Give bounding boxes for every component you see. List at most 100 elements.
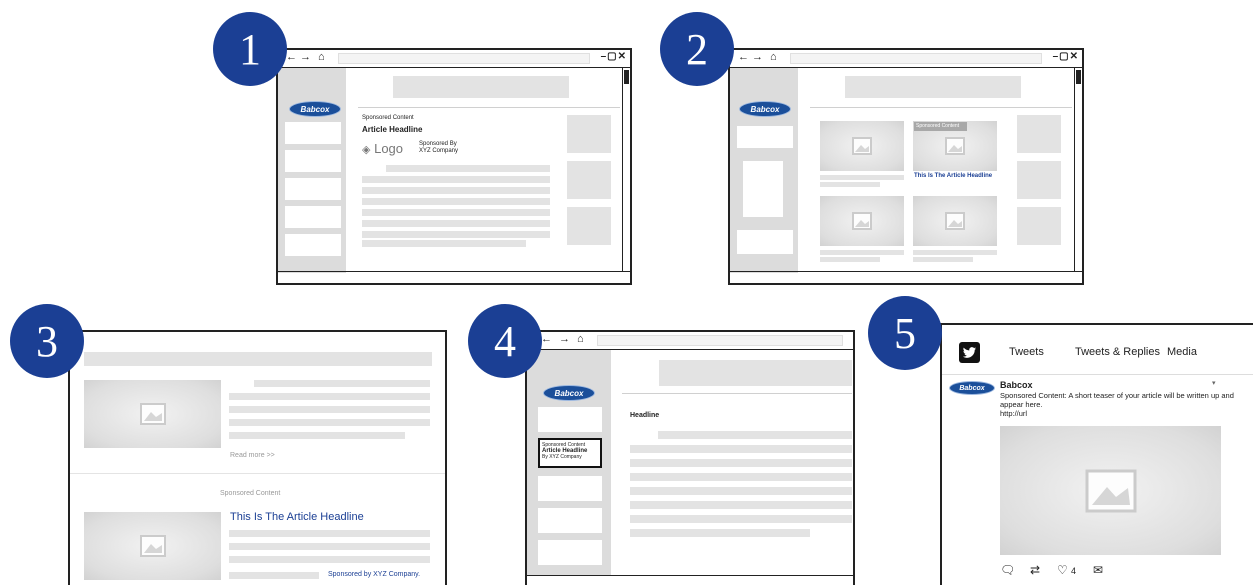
sidebar-box[interactable] bbox=[538, 407, 602, 432]
text-line bbox=[229, 530, 430, 537]
sponsored-sidebar-item[interactable]: Sponsored Content Article Headline By XY… bbox=[538, 438, 602, 468]
retweet-icon[interactable]: ⇄ bbox=[1030, 563, 1040, 577]
url-bar[interactable] bbox=[338, 53, 590, 64]
text-line bbox=[362, 231, 550, 238]
window-controls[interactable]: –▢✕ bbox=[601, 51, 627, 62]
forward-arrow-icon[interactable]: → bbox=[300, 51, 311, 63]
sidebar-ad[interactable] bbox=[743, 161, 783, 217]
tab-tweets[interactable]: Tweets bbox=[1009, 346, 1044, 358]
sponsored-thumb[interactable] bbox=[84, 512, 221, 580]
sidebar-box[interactable] bbox=[285, 122, 341, 144]
sidebar-box[interactable] bbox=[737, 126, 793, 148]
sidebar-box[interactable] bbox=[538, 508, 602, 533]
message-icon[interactable]: ✉ bbox=[1093, 563, 1103, 577]
article-headline[interactable]: This Is The Article Headline bbox=[230, 511, 364, 523]
ad-box[interactable] bbox=[567, 115, 611, 153]
text-line bbox=[362, 198, 550, 205]
tweet-text: Sponsored Content: A short teaser of you… bbox=[1000, 391, 1234, 409]
window-controls[interactable]: –▢✕ bbox=[1053, 51, 1079, 62]
text-line bbox=[229, 419, 430, 426]
sidebar-box[interactable] bbox=[538, 476, 602, 501]
text-line bbox=[630, 501, 852, 509]
text-line bbox=[362, 209, 550, 216]
chevron-down-icon[interactable]: ▾ bbox=[1212, 379, 1216, 387]
tab-tweets-replies[interactable]: Tweets & Replies bbox=[1075, 346, 1160, 358]
ad-box[interactable] bbox=[567, 207, 611, 245]
text-line bbox=[630, 515, 852, 523]
text-line bbox=[362, 220, 550, 227]
ad-box[interactable] bbox=[1017, 161, 1061, 199]
image-icon bbox=[945, 212, 965, 230]
header-banner bbox=[393, 76, 569, 98]
text-line bbox=[630, 445, 852, 453]
url-bar[interactable] bbox=[790, 53, 1042, 64]
sidebar-box[interactable] bbox=[538, 540, 602, 565]
text-line bbox=[229, 432, 405, 439]
divider bbox=[942, 374, 1253, 375]
article-thumb[interactable] bbox=[820, 121, 904, 171]
tweet-image[interactable] bbox=[1000, 426, 1221, 555]
ad-box[interactable] bbox=[1017, 207, 1061, 245]
sponsored-tag: Sponsored Content bbox=[914, 122, 967, 131]
back-arrow-icon[interactable]: ← bbox=[541, 333, 552, 345]
step-badge-1: 1 bbox=[213, 12, 287, 86]
sidebar-box[interactable] bbox=[285, 206, 341, 228]
article-headline[interactable]: Article Headline bbox=[362, 125, 422, 134]
back-arrow-icon[interactable]: ← bbox=[286, 51, 297, 63]
text-line bbox=[630, 487, 852, 495]
text-line bbox=[820, 257, 880, 262]
left-sidebar: Babcox Sponsored Content Article Headlin… bbox=[527, 350, 611, 575]
ad-box[interactable] bbox=[1017, 115, 1061, 153]
babcox-avatar[interactable]: Babcox bbox=[949, 381, 995, 395]
forward-arrow-icon[interactable]: → bbox=[559, 333, 570, 345]
text-line bbox=[362, 176, 550, 183]
read-more-link[interactable]: Read more >> bbox=[230, 452, 275, 459]
mockup-1-window: ← → ⌂ –▢✕ Babcox Sponsored Content Artic… bbox=[276, 48, 632, 285]
forward-arrow-icon[interactable]: → bbox=[752, 51, 763, 63]
text-line bbox=[229, 556, 430, 563]
reply-icon[interactable]: 🗨 bbox=[1000, 563, 1015, 577]
sidebar-box[interactable] bbox=[285, 234, 341, 256]
text-line bbox=[630, 529, 810, 537]
cube-icon: ◈ bbox=[362, 144, 371, 156]
heart-icon[interactable]: ♡ bbox=[1057, 563, 1068, 577]
status-bar bbox=[730, 271, 1082, 283]
scroll-thumb[interactable] bbox=[1076, 70, 1081, 84]
ad-box[interactable] bbox=[567, 161, 611, 199]
image-icon bbox=[139, 403, 166, 425]
sidebar-box[interactable] bbox=[285, 178, 341, 200]
image-icon bbox=[852, 212, 872, 230]
tab-media[interactable]: Media bbox=[1167, 346, 1197, 358]
scrollbar[interactable] bbox=[622, 68, 630, 271]
babcox-logo: Babcox bbox=[543, 385, 595, 401]
scroll-thumb[interactable] bbox=[624, 70, 629, 84]
text-line bbox=[254, 380, 430, 387]
article-headline[interactable]: This Is The Article Headline bbox=[914, 173, 992, 179]
text-line bbox=[630, 459, 852, 467]
status-bar bbox=[527, 575, 853, 585]
text-line bbox=[362, 240, 526, 247]
divider bbox=[358, 107, 620, 108]
url-bar[interactable] bbox=[597, 335, 843, 346]
header-banner bbox=[659, 360, 852, 386]
step-badge-4: 4 bbox=[468, 304, 542, 378]
tweet-url[interactable]: http://url bbox=[1000, 409, 1027, 418]
back-arrow-icon[interactable]: ← bbox=[738, 51, 749, 63]
sidebar-box[interactable] bbox=[285, 150, 341, 172]
image-icon bbox=[139, 535, 166, 557]
text-line bbox=[229, 572, 319, 579]
article-thumb[interactable] bbox=[913, 196, 997, 246]
home-icon[interactable]: ⌂ bbox=[318, 51, 325, 63]
sponsored-by-company[interactable]: Sponsored by XYZ Company. bbox=[328, 571, 420, 578]
browser-nav-bar: ← → ⌂ –▢✕ bbox=[730, 50, 1082, 68]
mockup-2-window: ← → ⌂ –▢✕ Babcox Sponsored Content This … bbox=[728, 48, 1084, 285]
article-thumb[interactable] bbox=[820, 196, 904, 246]
sidebar-box[interactable] bbox=[737, 230, 793, 254]
article-thumb[interactable] bbox=[84, 380, 221, 448]
home-icon[interactable]: ⌂ bbox=[770, 51, 777, 63]
home-icon[interactable]: ⌂ bbox=[577, 333, 584, 345]
text-line bbox=[229, 543, 430, 550]
tweet-author[interactable]: Babcox bbox=[1000, 380, 1033, 390]
scrollbar[interactable] bbox=[1074, 68, 1082, 271]
divider bbox=[810, 107, 1072, 108]
